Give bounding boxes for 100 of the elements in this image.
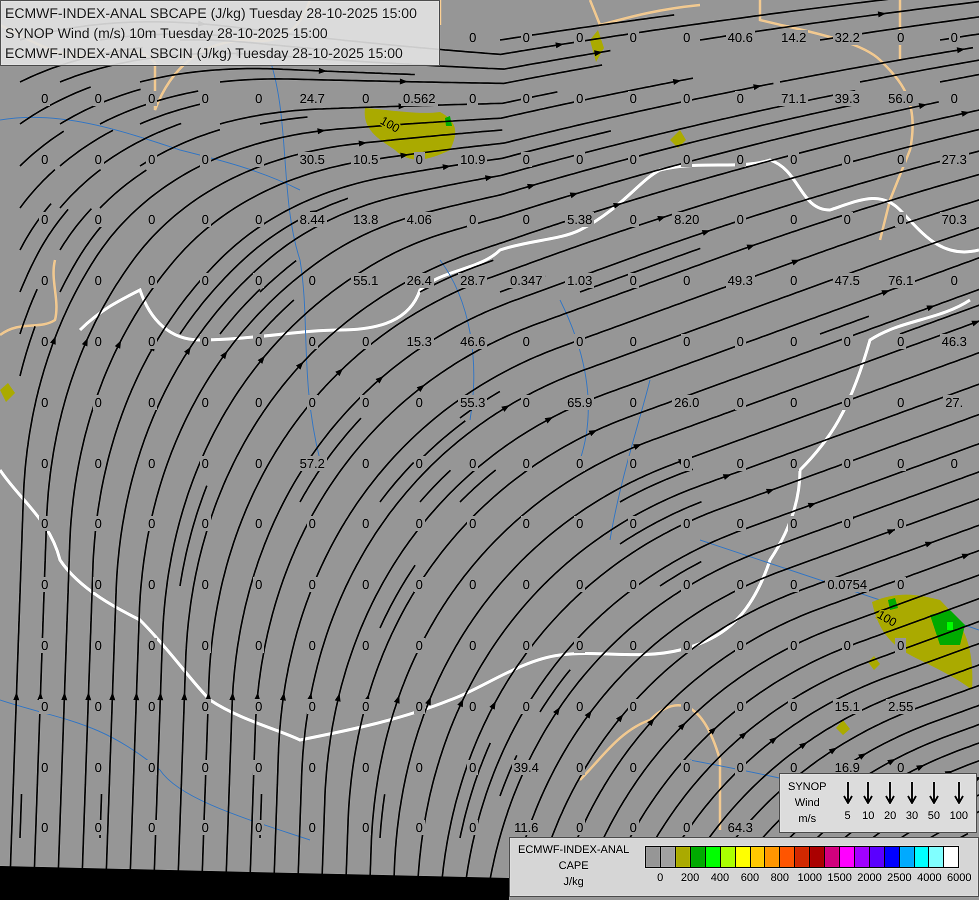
legend-title: CAPE xyxy=(558,859,590,874)
cape-value: 0 xyxy=(414,456,425,471)
cape-value: 15.3 xyxy=(404,334,434,349)
cape-value: 64.3 xyxy=(726,820,755,836)
cape-value: 47.5 xyxy=(832,273,862,288)
cape-value: 8.20 xyxy=(672,212,702,228)
cape-value: 0 xyxy=(200,456,211,471)
cape-value: 0 xyxy=(842,394,853,410)
cape-value: 0 xyxy=(681,577,692,592)
cape-value: 0 xyxy=(895,516,906,532)
cape-value: 0 xyxy=(467,30,478,45)
contour-label: 100 xyxy=(874,607,900,630)
cape-value: 0 xyxy=(895,760,906,775)
cape-value: 0 xyxy=(842,638,853,653)
cape-value: 0 xyxy=(628,516,639,532)
cape-value: 0 xyxy=(734,212,746,228)
cape-value: 32.2 xyxy=(832,30,862,45)
cape-value: 0 xyxy=(681,90,692,106)
scale-tick-label: 2500 xyxy=(887,871,912,886)
cape-value: 0 xyxy=(895,152,906,167)
cape-value: 0 xyxy=(574,577,586,592)
cape-value: 0 xyxy=(948,30,960,45)
cape-value: 0 xyxy=(360,577,372,592)
cape-value: 0 xyxy=(520,698,532,714)
cape-value: 0 xyxy=(200,760,211,775)
cape-value: 0 xyxy=(39,212,50,228)
cape-value: 0 xyxy=(360,638,372,653)
cape-value: 0 xyxy=(306,394,318,410)
cape-value: 0 xyxy=(92,152,104,167)
cape-value: 0 xyxy=(253,760,264,775)
cape-value: 65.9 xyxy=(565,394,594,410)
cape-value: 0 xyxy=(574,90,586,106)
cape-value: 0 xyxy=(520,30,532,45)
cape-value: 0 xyxy=(467,698,478,714)
cape-value: 0 xyxy=(628,638,639,653)
cape-value: 0 xyxy=(681,30,692,45)
cape-value: 0 xyxy=(467,760,478,775)
cape-value: 0 xyxy=(628,30,639,45)
arrow-down-icon xyxy=(928,782,939,804)
cape-value: 0 xyxy=(253,516,264,532)
cape-value: 1.03 xyxy=(565,273,594,288)
scale-tick-label: 0 xyxy=(657,871,664,886)
cape-value: 0 xyxy=(360,90,372,106)
cape-value: 0 xyxy=(146,760,158,775)
cape-value: 0 xyxy=(200,698,211,714)
cape-value: 27. xyxy=(943,394,966,410)
scale-tick-label: 2000 xyxy=(857,871,882,886)
cape-value: 0 xyxy=(734,152,746,167)
cape-value: 0 xyxy=(146,394,158,410)
cape-value: 0 xyxy=(574,698,586,714)
cape-value: 0 xyxy=(414,516,425,532)
cape-value: 0 xyxy=(414,638,425,653)
cape-value: 0 xyxy=(200,152,211,167)
cape-value: 0 xyxy=(92,516,104,532)
cape-value: 0 xyxy=(146,820,158,836)
cape-value: 0 xyxy=(39,273,50,288)
legend-title: SYNOP xyxy=(788,780,827,795)
cape-value: 0 xyxy=(306,760,318,775)
legend-title: m/s xyxy=(797,812,818,827)
cape-value: 0 xyxy=(306,273,318,288)
cape-value: 0 xyxy=(360,456,372,471)
cape-value: 0 xyxy=(360,334,372,349)
cape-value: 49.3 xyxy=(726,273,755,288)
cape-value: 0 xyxy=(734,577,746,592)
cape-value: 0 xyxy=(681,273,692,288)
cape-value: 0 xyxy=(200,334,211,349)
cape-value: 0 xyxy=(146,638,158,653)
cape-value: 57.2 xyxy=(298,456,327,471)
layer-title: ECMWF-INDEX-ANAL SBCIN (J/kg) Tuesday 28-10-2025 15:00 xyxy=(5,44,403,63)
cape-value: 0 xyxy=(681,698,692,714)
cape-value: 0 xyxy=(520,152,532,167)
cape-value: 0 xyxy=(146,577,158,592)
scale-tick-label: 4000 xyxy=(917,871,942,886)
cape-value: 0 xyxy=(574,456,586,471)
cape-value: 0 xyxy=(253,456,264,471)
cape-value: 0 xyxy=(360,820,372,836)
cape-value: 56.0 xyxy=(886,90,916,106)
cape-value: 0 xyxy=(467,516,478,532)
cape-value: 0 xyxy=(520,516,532,532)
legend-title: ECMWF-INDEX-ANAL xyxy=(518,843,630,858)
layer-title: SYNOP Wind (m/s) 10m Tuesday 28-10-2025 15:00 xyxy=(5,24,328,43)
cape-value: 0 xyxy=(628,698,639,714)
cape-value: 0 xyxy=(574,334,586,349)
scale-tick-label: 800 xyxy=(770,871,789,886)
cape-value: 0 xyxy=(414,820,425,836)
cape-value: 0 xyxy=(253,698,264,714)
cape-value: 0 xyxy=(200,638,211,653)
cape-value: 0 xyxy=(92,212,104,228)
cape-value: 0 xyxy=(895,30,906,45)
cape-value: 13.8 xyxy=(351,212,380,228)
arrow-down-icon xyxy=(842,782,853,804)
cape-value: 30.5 xyxy=(298,152,327,167)
cape-value: 0 xyxy=(92,577,104,592)
arrow-down-icon xyxy=(863,782,874,804)
speed-label: 50 xyxy=(928,808,940,824)
cape-value: 0 xyxy=(253,394,264,410)
cape-value: 0 xyxy=(200,516,211,532)
speed-label: 30 xyxy=(906,808,918,824)
scale-tick-label: 200 xyxy=(680,871,700,886)
cape-value: 0 xyxy=(200,212,211,228)
